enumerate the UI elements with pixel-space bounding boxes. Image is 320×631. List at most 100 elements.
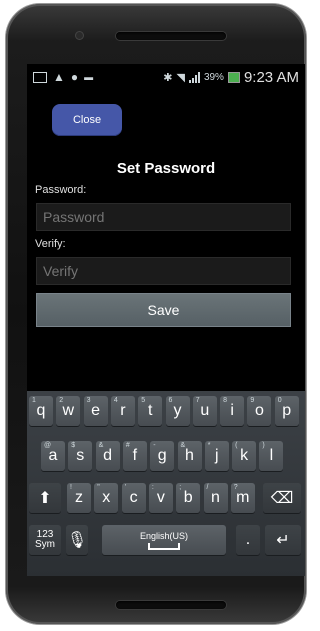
key-label: t [147,402,153,419]
password-field[interactable] [36,203,291,231]
key-x[interactable]: " x [94,483,119,513]
key-hint: ) [262,442,265,449]
key-label: k [240,447,249,464]
key-hint: 2 [59,397,64,404]
system-icons: ✱ ◥ 39% 9:23 AM [163,69,299,86]
shift-key[interactable]: ⬆ [29,483,61,513]
key-t[interactable]: 5t [138,396,163,426]
keyboard-row-2: @ a $ s & d # f - g & h * j(k) l [27,441,305,477]
key-label: p [282,402,292,419]
key-label: j [215,447,219,464]
key-label: x [102,489,111,506]
key-label: b [183,489,193,506]
symbols-key-bottom: Sym [35,539,55,550]
wifi-icon: ◥ [176,72,185,84]
key-label: r [120,402,126,419]
key-hint: $ [71,442,76,449]
key-label: l [269,447,274,464]
key-b[interactable]: ; b [176,483,201,513]
space-key[interactable]: English(US) [102,525,226,555]
close-button[interactable]: Close [52,104,122,136]
key-hint: 7 [195,397,200,404]
key-r[interactable]: 4r [110,396,135,426]
key-k[interactable]: (k [232,441,257,471]
key-label: d [103,447,113,464]
key-hint: 4 [113,397,118,404]
key-label: n [211,489,220,506]
key-e[interactable]: 3e [83,396,108,426]
key-u[interactable]: 7u [192,396,217,426]
keyboard-row-3: ⬆ ⌫ ! z " x ' c: v; b / n? m [27,483,305,519]
key-hint: 8 [223,397,227,404]
status-bar: ▲ ● ▬ ✱ ◥ 39% 9:23 AM [27,64,305,90]
front-camera [76,32,83,39]
backspace-key[interactable]: ⌫ [263,483,301,513]
key-label: s [76,447,85,464]
key-label: q [36,402,46,419]
soft-keyboard: 1q2w3e4r5t6y7u8i9o0p @ a $ s & d # f - g & h * j(k) l … [27,391,305,576]
keyboard-icon: ▬ [84,72,94,82]
key-q[interactable]: 1q [29,396,53,426]
key-g[interactable]: -g [150,441,175,471]
key-hint: 6 [168,397,173,404]
space-bar-icon [148,542,180,550]
key-hint: 0 [277,397,282,404]
dialog-title: Set Password [116,160,216,177]
key-label: y [173,402,182,419]
key-w[interactable]: 2w [56,396,81,426]
key-hint: ! [70,484,72,491]
key-label: h [185,447,194,464]
key-hint: 3 [86,397,91,404]
signal-icon [188,72,200,83]
key-label: w [62,402,75,419]
period-key[interactable]: . [236,525,260,555]
microphone-icon: 🎙 [66,532,88,549]
key-hint: 9 [250,397,255,404]
screen: ▲ ● ▬ ✱ ◥ 39% 9:23 AM Close Set Password… [27,64,305,576]
key-d[interactable]: & d [95,441,120,471]
key-label: a [48,447,58,464]
enter-key[interactable]: ↵ [265,525,301,555]
key-label: i [230,402,234,419]
key-z[interactable]: ! z [67,483,91,513]
space-key-label: English(US) [139,530,188,541]
key-y[interactable]: 6y [165,396,190,426]
key-hint: : [151,484,154,491]
key-label: u [200,402,210,419]
key-hint: # [125,442,130,449]
image-notification-icon [33,71,47,83]
verify-label: Verify: [35,238,66,250]
key-label: m [236,489,250,506]
key-h[interactable]: & h [177,441,202,471]
key-s[interactable]: $ s [68,441,93,471]
key-m[interactable]: ? m [230,483,255,513]
battery-icon [227,72,240,83]
key-label: v [156,489,165,506]
key-o[interactable]: 9o [247,396,272,426]
key-hint: 1 [32,397,36,404]
bottom-speaker [116,601,226,609]
hangouts-icon: ● [70,70,79,84]
key-c[interactable]: ' c [121,483,146,513]
key-j[interactable]: * j [204,441,229,471]
notification-icons: ▲ ● ▬ [33,70,93,84]
key-p[interactable]: 0p [274,396,299,426]
keyboard-row-4: 123 Sym 🎙 English(US) . ↵ [27,525,305,561]
clock: 9:23 AM [243,69,299,86]
key-hint: ? [233,484,238,491]
key-l[interactable]: ) l [259,441,284,471]
microphone-key[interactable]: 🎙 [66,525,88,555]
key-label: z [75,489,83,506]
key-i[interactable]: 8i [220,396,245,426]
verify-field[interactable] [36,257,291,285]
key-label: f [132,447,138,464]
key-hint: - [153,442,156,449]
save-button[interactable]: Save [36,293,291,327]
key-hint: & [98,442,104,449]
key-n[interactable]: / n [203,483,228,513]
key-v[interactable]: :v [148,483,173,513]
key-hint: ' [124,484,126,491]
key-a[interactable]: @ a [41,441,65,471]
key-f[interactable]: # f [122,441,147,471]
symbols-key[interactable]: 123 Sym [29,525,61,555]
